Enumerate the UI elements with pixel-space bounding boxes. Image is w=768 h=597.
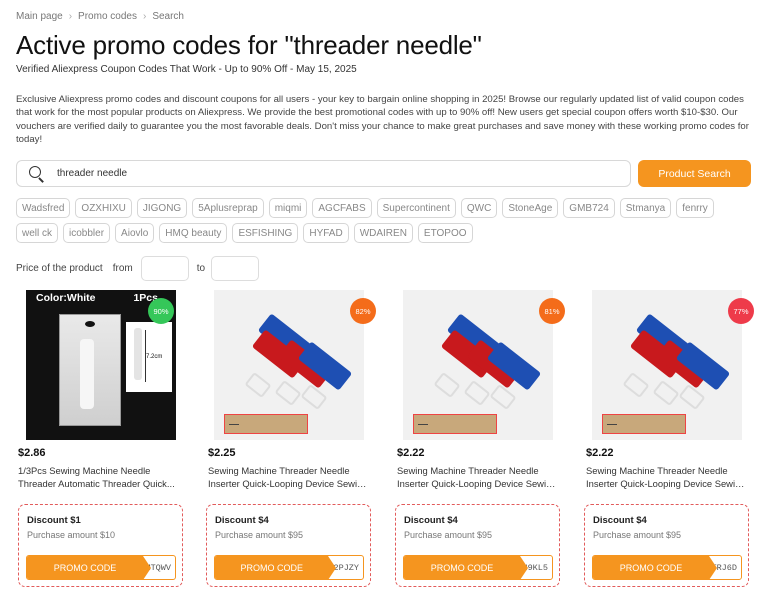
brand-tag[interactable]: WDAIREN bbox=[353, 223, 413, 243]
product-price: $2.25 bbox=[208, 447, 236, 459]
brand-tag[interactable]: Wadsfred bbox=[16, 198, 71, 218]
needle-strip-graphic bbox=[602, 414, 686, 434]
image-dim-text: 7.2cm bbox=[146, 354, 163, 360]
brand-tag[interactable]: icobbler bbox=[63, 223, 111, 243]
discount-badge: 90% bbox=[148, 298, 174, 324]
brand-tag-list: Wadsfred OZXHIXU JIGONG 5Aplusreprap miq… bbox=[16, 198, 756, 243]
brand-tag[interactable]: 5Aplusreprap bbox=[192, 198, 264, 218]
breadcrumb-search: Search bbox=[152, 11, 184, 22]
promo-code-label: PROMO CODE bbox=[27, 556, 151, 579]
price-filter: Price of the product from to bbox=[16, 256, 260, 281]
coupon-purchase-amount: Purchase amount $10 bbox=[27, 530, 116, 540]
page-title: Active promo codes for "threader needle" bbox=[16, 30, 482, 60]
chevron-right-icon: › bbox=[142, 11, 147, 22]
coupon-card: Discount $4 Purchase amount $95 PROMO CO… bbox=[206, 504, 371, 587]
brand-tag[interactable]: OZXHIXU bbox=[75, 198, 132, 218]
threader-bag-graphic bbox=[59, 314, 121, 426]
coupon-card: Discount $4 Purchase amount $95 PROMO CO… bbox=[395, 504, 560, 587]
brand-tag[interactable]: GMB724 bbox=[563, 198, 615, 218]
product-name-line: Sewing Machine Threader Needle bbox=[397, 465, 539, 476]
intro-text: Exclusive Aliexpress promo codes and dis… bbox=[16, 94, 749, 146]
product-name[interactable]: Sewing Machine Threader Needle Inserter … bbox=[397, 465, 559, 490]
price-filter-label: Price of the product bbox=[16, 263, 103, 274]
product-name[interactable]: Sewing Machine Threader Needle Inserter … bbox=[586, 465, 748, 490]
coupon-title: Discount $4 bbox=[404, 515, 458, 526]
product-name[interactable]: Sewing Machine Threader Needle Inserter … bbox=[208, 465, 370, 490]
discount-badge: 77% bbox=[728, 298, 754, 324]
promo-code-button[interactable]: PROMO CODE TRJ6D bbox=[592, 555, 742, 580]
product-name-line: Sewing Machine Threader Needle bbox=[586, 465, 728, 476]
brand-tag[interactable]: Stmanya bbox=[619, 198, 672, 218]
search-box bbox=[16, 160, 631, 187]
coupon-title: Discount $4 bbox=[215, 515, 269, 526]
product-name-line: 1/3Pcs Sewing Machine Needle bbox=[18, 465, 151, 476]
product-price: $2.22 bbox=[397, 447, 425, 459]
coupon-purchase-amount: Purchase amount $95 bbox=[404, 530, 493, 540]
breadcrumb: Main page › Promo codes › Search bbox=[16, 11, 184, 22]
promo-code-button[interactable]: PROMO CODE J2PJZY bbox=[214, 555, 364, 580]
brand-tag[interactable]: miqmi bbox=[268, 198, 308, 218]
price-to-input[interactable] bbox=[211, 256, 260, 281]
search-icon bbox=[29, 165, 45, 183]
coupon-title: Discount $4 bbox=[593, 515, 647, 526]
promo-code-button[interactable]: PROMO CODE N9KL5 bbox=[403, 555, 553, 580]
chevron-right-icon: › bbox=[68, 11, 73, 22]
needle-strip-graphic bbox=[413, 414, 497, 434]
product-image[interactable] bbox=[214, 290, 364, 440]
product-name-line: Inserter Quick-Looping Device Sewin... bbox=[397, 477, 559, 489]
brand-tag[interactable]: Supercontinent bbox=[376, 198, 456, 218]
coupon-purchase-amount: Purchase amount $95 bbox=[215, 530, 304, 540]
breadcrumb-promo-codes[interactable]: Promo codes bbox=[78, 11, 137, 22]
product-search-button[interactable]: Product Search bbox=[638, 160, 751, 187]
price-from-label: from bbox=[112, 263, 133, 274]
coupon-title: Discount $1 bbox=[27, 515, 81, 526]
product-price: $2.22 bbox=[586, 447, 614, 459]
price-to-label: to bbox=[196, 263, 206, 274]
brand-tag[interactable]: HMQ beauty bbox=[159, 223, 228, 243]
product-name-line: Inserter Quick-Looping Device Sewin... bbox=[208, 477, 370, 489]
needle-strip-graphic bbox=[224, 414, 308, 434]
brand-tag[interactable]: well ck bbox=[16, 223, 59, 243]
brand-tag[interactable]: QWC bbox=[460, 198, 498, 218]
brand-tag[interactable]: Aiovlo bbox=[115, 223, 155, 243]
product-image[interactable] bbox=[403, 290, 553, 440]
brand-tag[interactable]: JIGONG bbox=[136, 198, 188, 218]
discount-badge: 81% bbox=[539, 298, 565, 324]
promo-code-button[interactable]: PROMO CODE MTQWV bbox=[26, 555, 176, 580]
price-from-input[interactable] bbox=[140, 256, 189, 281]
product-name-line: Threader Automatic Threader Quick... bbox=[18, 477, 175, 489]
brand-tag[interactable]: HYFAD bbox=[303, 223, 349, 243]
coupon-card: Discount $4 Purchase amount $95 PROMO CO… bbox=[584, 504, 749, 587]
promo-code-label: PROMO CODE bbox=[404, 556, 528, 579]
promo-code-label: PROMO CODE bbox=[215, 556, 337, 579]
brand-tag[interactable]: fenrry bbox=[676, 198, 714, 218]
coupon-purchase-amount: Purchase amount $95 bbox=[593, 530, 682, 540]
brand-tag[interactable]: ETOPOO bbox=[417, 223, 473, 243]
discount-badge: 82% bbox=[350, 298, 376, 324]
product-name-line: Inserter Quick-Looping Device Sewin... bbox=[586, 477, 748, 489]
product-name[interactable]: 1/3Pcs Sewing Machine Needle Threader Au… bbox=[18, 465, 180, 490]
coupon-card: Discount $1 Purchase amount $10 PROMO CO… bbox=[18, 504, 183, 587]
brand-tag[interactable]: AGCFABS bbox=[312, 198, 372, 218]
promo-code-label: PROMO CODE bbox=[593, 556, 717, 579]
product-price: $2.86 bbox=[18, 447, 46, 459]
search-input[interactable] bbox=[57, 168, 557, 179]
page-subtitle: Verified Aliexpress Coupon Codes That Wo… bbox=[16, 64, 357, 75]
brand-tag[interactable]: StoneAge bbox=[502, 198, 559, 218]
breadcrumb-main-page[interactable]: Main page bbox=[16, 11, 63, 22]
product-name-line: Sewing Machine Threader Needle bbox=[208, 465, 350, 476]
threader-dimension-graphic: 7.2cm bbox=[126, 322, 172, 392]
brand-tag[interactable]: ESFISHING bbox=[232, 223, 299, 243]
image-color-text: Color:White bbox=[36, 292, 96, 304]
product-image[interactable] bbox=[592, 290, 742, 440]
